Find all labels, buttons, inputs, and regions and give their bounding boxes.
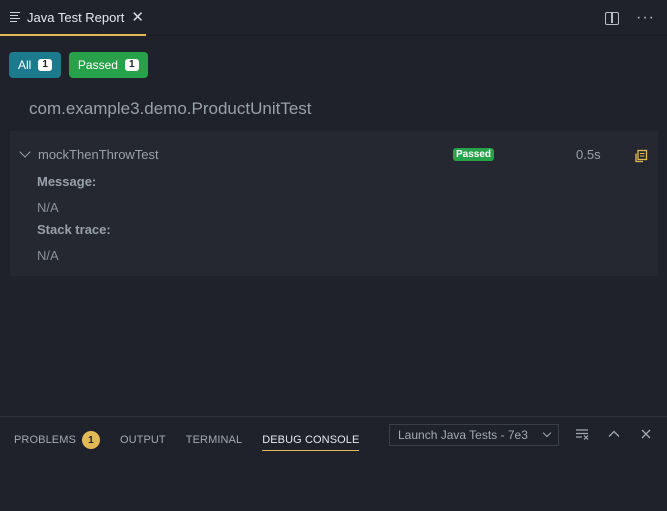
tab-output-label: OUTPUT <box>119 434 166 446</box>
more-actions-icon[interactable]: ··· <box>636 9 655 27</box>
close-icon[interactable] <box>639 427 653 441</box>
tab-debug-console-label: DEBUG CONSOLE <box>262 433 360 446</box>
split-editor-icon[interactable] <box>605 11 620 25</box>
filter-passed-label: Passed <box>77 58 118 72</box>
panel-actions <box>575 427 653 441</box>
tab-label: Java Test Report <box>27 9 125 25</box>
stack-trace-value: N/A <box>37 248 59 263</box>
filter-all-label: All <box>18 58 32 72</box>
clear-console-icon[interactable] <box>575 427 589 441</box>
message-label: Message: <box>37 174 97 189</box>
editor-area: Java Test Report ✕ ··· All 1 Passed 1 co… <box>0 0 667 416</box>
tab-output[interactable]: OUTPUT <box>120 429 166 451</box>
bottom-panel: PROBLEMS 1 OUTPUT TERMINAL DEBUG CONSOLE… <box>0 416 667 511</box>
suite-title: com.example3.demo.ProductUnitTest <box>29 99 312 118</box>
chevron-down-icon[interactable] <box>19 146 31 158</box>
tab-problems[interactable]: PROBLEMS 1 <box>14 429 100 451</box>
copy-icon[interactable] <box>634 149 648 163</box>
message-value: N/A <box>37 200 59 215</box>
chevron-down-icon <box>542 428 552 438</box>
launch-config-value: Launch Java Tests - 7e3 <box>398 428 528 442</box>
tab-terminal-label: TERMINAL <box>185 434 243 446</box>
filter-passed-button[interactable]: Passed 1 <box>68 52 148 78</box>
chevron-up-icon[interactable] <box>607 427 621 441</box>
test-case-row[interactable]: mockThenThrowTest Passed 0.5s <box>10 145 658 165</box>
tab-bar: Java Test Report ✕ ··· <box>0 0 667 36</box>
filter-bar: All 1 Passed 1 <box>9 52 148 78</box>
close-icon[interactable]: ✕ <box>131 10 144 25</box>
tab-debug-console[interactable]: DEBUG CONSOLE <box>262 429 360 451</box>
status-badge: Passed <box>453 148 495 161</box>
tab-terminal[interactable]: TERMINAL <box>186 429 242 451</box>
tab-problems-label: PROBLEMS <box>14 434 76 446</box>
test-duration: 0.5s <box>576 147 601 162</box>
filter-all-button[interactable]: All 1 <box>9 52 61 78</box>
problems-count-badge: 1 <box>81 431 100 449</box>
test-case-card: mockThenThrowTest Passed 0.5s Message: N… <box>10 131 658 276</box>
filter-passed-count: 1 <box>124 59 139 71</box>
panel-tab-bar: PROBLEMS 1 OUTPUT TERMINAL DEBUG CONSOLE <box>14 429 379 453</box>
tab-java-test-report[interactable]: Java Test Report ✕ <box>0 0 146 36</box>
list-icon <box>10 11 22 23</box>
test-name: mockThenThrowTest <box>38 147 159 162</box>
filter-all-count: 1 <box>38 59 52 71</box>
editor-actions: ··· <box>605 0 667 36</box>
stack-trace-label: Stack trace: <box>37 222 111 237</box>
launch-config-select[interactable]: Launch Java Tests - 7e3 <box>389 424 559 446</box>
